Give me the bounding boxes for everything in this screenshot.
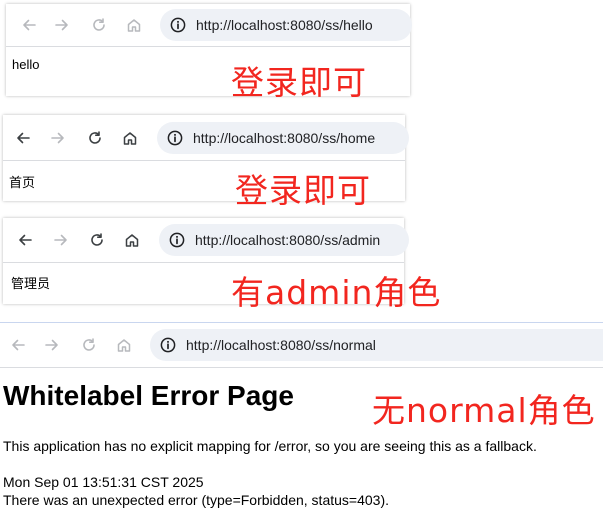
browser-toolbar: http://localhost:8080/ss/admin xyxy=(3,218,409,263)
error-page-title: Whitelabel Error Page xyxy=(3,380,294,411)
back-arrow-icon[interactable] xyxy=(14,129,32,147)
address-bar[interactable]: http://localhost:8080/ss/normal xyxy=(150,329,603,361)
home-icon[interactable] xyxy=(115,336,133,354)
url-text: http://localhost:8080/ss/normal xyxy=(186,337,376,353)
back-arrow-icon[interactable] xyxy=(20,16,38,34)
browser-toolbar: http://localhost:8080/ss/normal xyxy=(0,323,603,368)
error-detail: There was an unexpected error (type=Forb… xyxy=(3,492,389,508)
forward-arrow-icon[interactable] xyxy=(43,336,61,354)
page-content-text: hello xyxy=(12,57,40,72)
annotation-has-admin-role: 有admin角色 xyxy=(231,273,442,312)
page-content-text: 管理员 xyxy=(11,276,51,291)
back-arrow-icon[interactable] xyxy=(16,231,34,249)
address-bar[interactable]: http://localhost:8080/ss/admin xyxy=(159,224,409,256)
forward-arrow-icon[interactable] xyxy=(52,231,70,249)
annotation-no-normal-role: 无normal角色 xyxy=(372,391,596,430)
url-text: http://localhost:8080/ss/hello xyxy=(196,17,373,33)
address-bar[interactable]: http://localhost:8080/ss/hello xyxy=(160,9,412,41)
forward-arrow-icon[interactable] xyxy=(49,129,67,147)
annotation-login-required: 登录即可 xyxy=(231,63,367,102)
url-text: http://localhost:8080/ss/admin xyxy=(195,232,381,248)
info-icon[interactable] xyxy=(167,130,183,146)
url-text: http://localhost:8080/ss/home xyxy=(193,129,376,146)
info-icon[interactable] xyxy=(169,232,185,248)
info-icon[interactable] xyxy=(160,337,176,353)
reload-icon[interactable] xyxy=(90,16,108,34)
reload-icon[interactable] xyxy=(88,231,106,249)
annotation-login-required: 登录即可 xyxy=(235,171,371,210)
info-icon[interactable] xyxy=(170,17,186,33)
address-bar[interactable]: http://localhost:8080/ss/home xyxy=(157,121,409,154)
home-icon[interactable] xyxy=(125,16,143,34)
browser-toolbar: http://localhost:8080/ss/home xyxy=(3,115,409,161)
home-icon[interactable] xyxy=(123,231,141,249)
reload-icon[interactable] xyxy=(80,336,98,354)
reload-icon[interactable] xyxy=(86,129,104,147)
page-content-text: 首页 xyxy=(9,175,36,190)
error-timestamp: Mon Sep 01 13:51:31 CST 2025 xyxy=(3,474,204,490)
error-message: This application has no explicit mapping… xyxy=(3,438,537,454)
forward-arrow-icon[interactable] xyxy=(53,16,71,34)
back-arrow-icon[interactable] xyxy=(9,336,27,354)
browser-toolbar: http://localhost:8080/ss/hello xyxy=(6,4,412,47)
home-icon[interactable] xyxy=(121,129,139,147)
